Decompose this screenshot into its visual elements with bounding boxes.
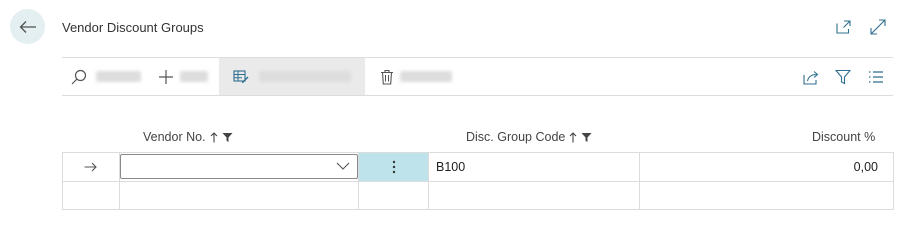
search-icon	[71, 69, 87, 84]
column-header-discount-pct[interactable]: Discount %	[812, 130, 875, 144]
current-row-arrow-icon	[84, 162, 97, 172]
grid-line	[893, 152, 894, 209]
filter-applied-icon	[581, 132, 592, 142]
filter-applied-icon	[222, 132, 233, 142]
filter-button[interactable]	[834, 68, 852, 86]
new-button[interactable]	[158, 58, 218, 95]
share-icon	[802, 70, 818, 85]
discount-pct-cell-empty[interactable]	[640, 182, 893, 209]
toolbar-bottom-divider	[62, 95, 893, 96]
arrow-left-icon	[19, 20, 36, 33]
new-label-redacted	[180, 71, 208, 82]
column-header-label: Discount %	[812, 130, 876, 144]
sort-ascending-icon	[210, 131, 217, 142]
share-button[interactable]	[802, 68, 820, 86]
trash-icon	[381, 69, 393, 85]
row-actions-button[interactable]	[359, 153, 428, 181]
open-in-new-window-button[interactable]	[834, 17, 854, 37]
column-header-disc-group-code[interactable]: Disc. Group Code	[466, 130, 592, 144]
chevron-down-icon	[336, 162, 350, 170]
list-view-icon	[869, 71, 883, 83]
expand-icon	[870, 19, 886, 35]
edit-list-label-redacted	[259, 71, 351, 82]
filter-icon	[835, 69, 851, 85]
open-in-new-window-icon	[836, 20, 851, 34]
plus-icon	[159, 69, 173, 84]
edit-list-button[interactable]	[219, 58, 365, 95]
disc-group-code-cell-empty[interactable]	[429, 182, 639, 209]
disc-group-code-cell[interactable]: B100	[436, 153, 465, 181]
discount-pct-cell[interactable]: 0,00	[640, 153, 878, 181]
list-view-button[interactable]	[867, 68, 885, 86]
row-indicator[interactable]	[62, 182, 119, 209]
edit-list-icon	[233, 69, 249, 83]
row-indicator[interactable]	[62, 153, 119, 181]
delete-label-redacted	[400, 71, 452, 82]
vendor-no-field[interactable]	[120, 154, 358, 179]
data-grid: B100 0,00	[62, 152, 894, 210]
more-options-icon	[392, 160, 395, 174]
action-bar	[62, 58, 893, 95]
page-title: Vendor Discount Groups	[62, 20, 204, 35]
search-label-redacted	[96, 71, 141, 82]
back-button[interactable]	[10, 9, 45, 44]
vendor-no-cell-empty[interactable]	[120, 182, 358, 209]
expand-button[interactable]	[868, 17, 888, 37]
sort-ascending-icon	[569, 131, 577, 142]
column-header-vendor-no[interactable]: Vendor No.	[143, 130, 233, 144]
delete-button[interactable]	[380, 58, 460, 95]
search-button[interactable]	[70, 58, 150, 95]
column-header-label: Vendor No.	[143, 130, 206, 144]
column-header-label: Disc. Group Code	[466, 130, 566, 144]
